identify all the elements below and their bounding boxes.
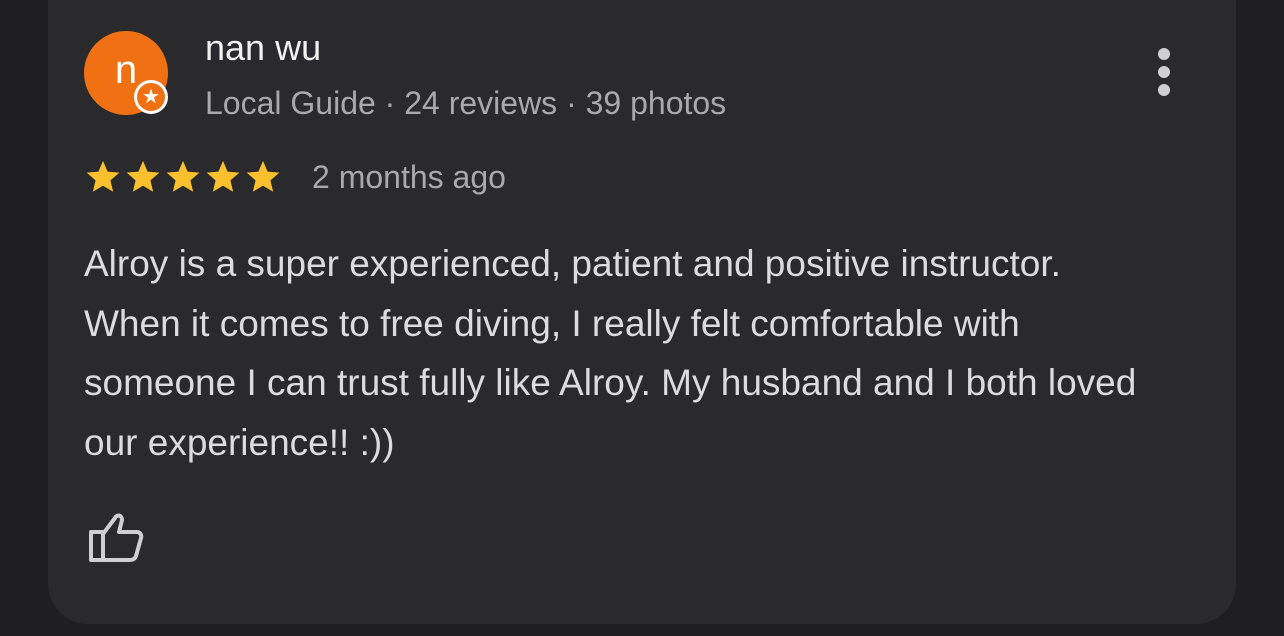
- star-icon: [126, 160, 160, 192]
- review-time: 2 months ago: [312, 159, 506, 195]
- local-guide-star-icon: ★: [134, 80, 168, 114]
- star-icon: [206, 160, 240, 192]
- author-name[interactable]: nan wu: [205, 28, 321, 68]
- star-icon: [166, 160, 200, 192]
- more-vert-icon-dot: [1158, 66, 1170, 78]
- star-icon: [86, 160, 120, 192]
- like-button[interactable]: [86, 508, 146, 564]
- star-icon: [246, 160, 280, 192]
- review-text: Alroy is a super experienced, patient an…: [84, 243, 1137, 463]
- more-vert-icon-dot: [1158, 48, 1170, 60]
- avatar-initial: n: [114, 48, 138, 92]
- star-rating: [84, 155, 284, 199]
- more-options-button[interactable]: [1148, 44, 1180, 100]
- author-meta: Local Guide · 24 reviews · 39 photos: [205, 85, 727, 121]
- more-vert-icon-dot: [1158, 84, 1170, 96]
- thumb-up-icon: [89, 513, 144, 562]
